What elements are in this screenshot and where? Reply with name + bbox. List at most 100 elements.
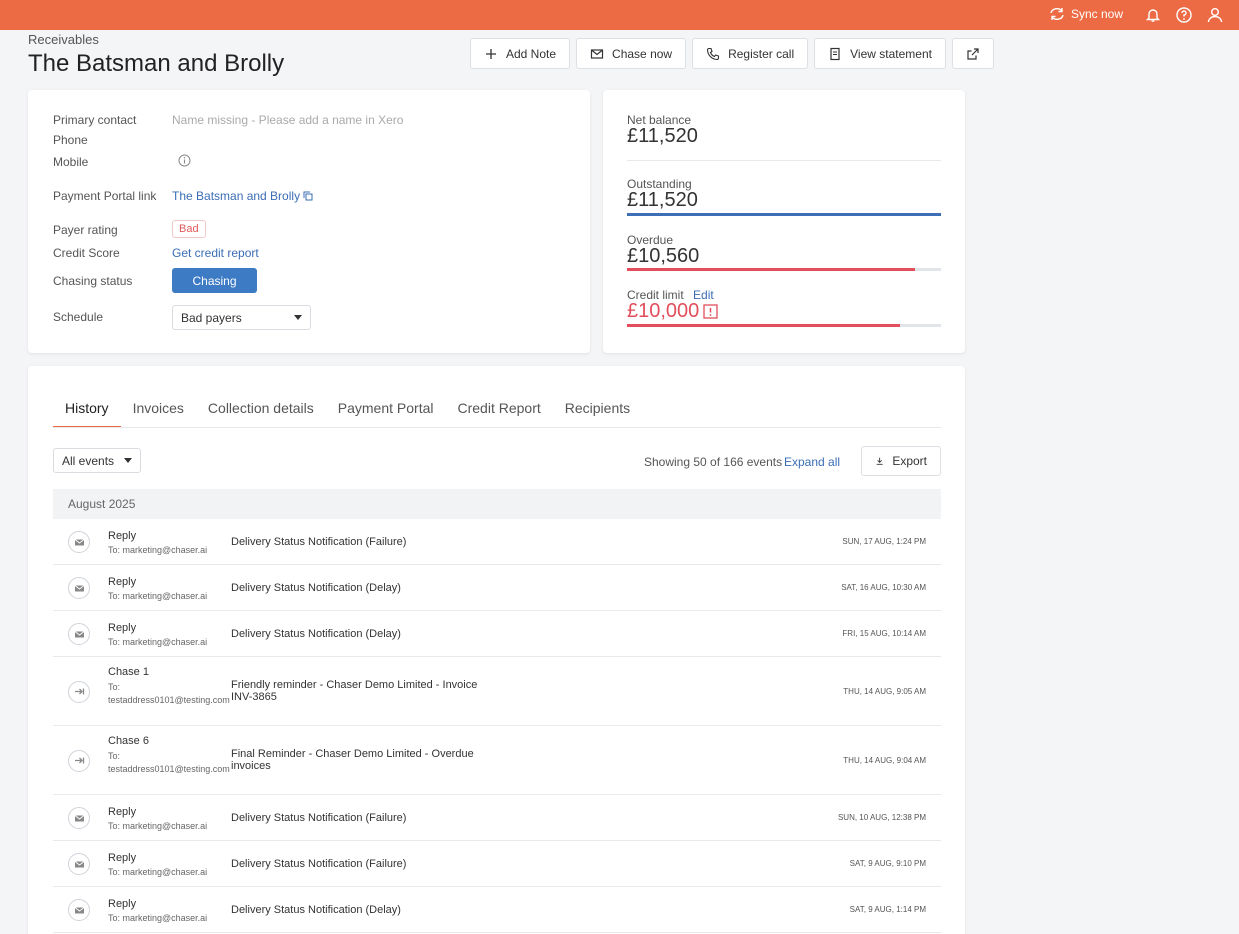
event-recipient: To: marketing@chaser.ai — [108, 913, 208, 923]
chasing-status-button[interactable]: Chasing — [172, 268, 257, 293]
event-subject: Final Reminder - Chaser Demo Limited - O… — [231, 748, 474, 772]
sync-icon — [1050, 8, 1064, 20]
add-note-label: Add Note — [506, 46, 557, 61]
history-row[interactable]: Reply To: marketing@chaser.ai Delivery Sta… — [53, 795, 941, 841]
event-title: Reply — [108, 576, 137, 588]
credit-limit-value: £10,000 — [627, 300, 700, 322]
history-row[interactable]: Reply To: marketing@chaser.ai Delivery Sta… — [53, 887, 941, 933]
event-title: Chase 6 — [108, 735, 149, 747]
register-call-button[interactable]: Register call — [692, 38, 809, 69]
event-title: Chase 1 — [108, 666, 149, 678]
outstanding-bar — [627, 213, 941, 216]
caret-down-icon — [124, 458, 132, 463]
overdue-bar-fill — [627, 268, 915, 271]
sync-now-button[interactable]: Sync now — [1049, 7, 1123, 21]
outstanding-bar-fill — [627, 213, 941, 216]
expand-all-link[interactable]: Expand all — [784, 455, 840, 469]
event-recipient: To: testaddress0101@testing.com — [108, 751, 230, 774]
history-row[interactable]: Reply To: marketing@chaser.ai Delivery Sta… — [53, 841, 941, 887]
event-time: THU, 14 AUG, 9:05 AM — [843, 686, 926, 696]
portal-link-text: The Batsman and Brolly — [172, 189, 301, 203]
history-row[interactable]: Chase 6 To: testaddress0101@testing.com Fi… — [53, 726, 941, 795]
schedule-label: Schedule — [53, 310, 104, 324]
view-statement-label: View statement — [850, 46, 932, 61]
mail-icon — [68, 853, 90, 875]
page-title: The Batsman and Brolly — [28, 50, 285, 77]
top-bar: Sync now — [0, 0, 1239, 30]
chase-arrow-icon — [68, 680, 90, 703]
portal-link[interactable]: The Batsman and Brolly — [172, 189, 313, 203]
portal-link-label: Payment Portal link — [53, 189, 157, 203]
event-filter-select[interactable]: All events — [53, 448, 141, 473]
event-recipient: To: marketing@chaser.ai — [108, 867, 208, 877]
schedule-select[interactable]: Bad payers — [172, 305, 311, 330]
download-icon — [876, 457, 883, 465]
event-time: FRI, 15 AUG, 10:14 AM — [842, 629, 926, 638]
event-recipient: To: testaddress0101@testing.com — [108, 682, 230, 705]
month-header: August 2025 — [53, 489, 941, 519]
history-row[interactable]: Chase 1 To: testaddress0101@testing.com Fr… — [53, 657, 941, 726]
mail-icon — [68, 531, 90, 553]
mail-icon — [68, 807, 90, 829]
chase-now-button[interactable]: Chase now — [576, 38, 687, 69]
breadcrumb[interactable]: Receivables — [28, 32, 99, 47]
copy-icon[interactable] — [303, 191, 313, 201]
user-icon[interactable] — [1206, 6, 1224, 24]
event-time: SUN, 17 AUG, 1:24 PM — [842, 537, 926, 546]
plus-icon — [486, 48, 496, 59]
chase-arrow-icon — [68, 749, 90, 772]
history-list: Reply To: marketing@chaser.ai Delivery Sta… — [53, 519, 941, 933]
view-statement-button[interactable]: View statement — [814, 38, 946, 69]
export-label: Export — [892, 454, 927, 468]
event-time: THU, 14 AUG, 9:04 AM — [843, 755, 926, 765]
outstanding-value: £11,520 — [627, 189, 698, 211]
divider — [627, 160, 941, 161]
tabs-divider — [53, 427, 941, 428]
get-credit-report-link[interactable]: Get credit report — [172, 246, 259, 260]
event-title: Reply — [108, 806, 137, 818]
balance-card: Net balance £11,520 Outstanding £11,520 … — [603, 90, 965, 353]
event-recipient: To: marketing@chaser.ai — [108, 821, 208, 831]
overdue-value: £10,560 — [627, 245, 700, 267]
chase-now-label: Chase now — [612, 46, 673, 61]
info-icon[interactable] — [178, 154, 191, 167]
chasing-status-label: Chasing status — [53, 274, 133, 288]
open-external-button[interactable] — [951, 38, 994, 69]
history-row[interactable]: Reply To: marketing@chaser.ai Delivery Sta… — [53, 611, 941, 657]
history-row[interactable]: Reply To: marketing@chaser.ai Delivery Sta… — [53, 519, 941, 565]
export-button[interactable]: Export — [861, 446, 941, 476]
phone-label: Phone — [53, 133, 88, 147]
tab-recipients[interactable]: Recipients — [553, 396, 642, 428]
bell-icon[interactable] — [1144, 6, 1162, 24]
payer-rating-label: Payer rating — [53, 223, 118, 237]
tab-payment-portal[interactable]: Payment Portal — [326, 396, 446, 428]
credit-limit-bar-fill — [627, 324, 900, 327]
tab-credit-report[interactable]: Credit Report — [445, 396, 552, 428]
credit-limit-value-row: £10,000 — [627, 300, 718, 323]
event-subject: Delivery Status Notification (Delay) — [231, 904, 401, 916]
event-time: SUN, 10 AUG, 12:38 PM — [837, 813, 926, 822]
add-note-button[interactable]: Add Note — [470, 38, 571, 69]
event-subject: Delivery Status Notification (Failure) — [231, 536, 407, 548]
register-call-label: Register call — [728, 46, 795, 61]
payer-rating-badge: Bad — [172, 220, 206, 238]
primary-contact-label: Primary contact — [53, 113, 137, 127]
tab-history[interactable]: History — [53, 396, 121, 428]
event-title: Reply — [108, 622, 137, 634]
mail-icon — [68, 577, 90, 599]
event-time: SAT, 9 AUG, 1:14 PM — [849, 905, 926, 914]
tab-bar: History Invoices Collection details Payment… — [53, 396, 642, 428]
document-icon — [830, 47, 840, 60]
schedule-select-value: Bad payers — [181, 310, 242, 325]
credit-score-label: Credit Score — [53, 246, 120, 260]
help-icon[interactable] — [1175, 6, 1193, 24]
tab-invoices[interactable]: Invoices — [121, 396, 196, 428]
event-time: SAT, 16 AUG, 10:30 AM — [841, 583, 926, 592]
history-row[interactable]: Reply To: marketing@chaser.ai Delivery Sta… — [53, 565, 941, 611]
contact-card: Primary contact Name missing - Please ad… — [28, 90, 590, 353]
event-title: Reply — [108, 852, 137, 864]
action-bar: Add Note Chase now Register call View st… — [470, 38, 994, 69]
event-recipient: To: marketing@chaser.ai — [108, 545, 208, 555]
tab-collection-details[interactable]: Collection details — [196, 396, 326, 428]
mobile-label: Mobile — [53, 155, 89, 169]
